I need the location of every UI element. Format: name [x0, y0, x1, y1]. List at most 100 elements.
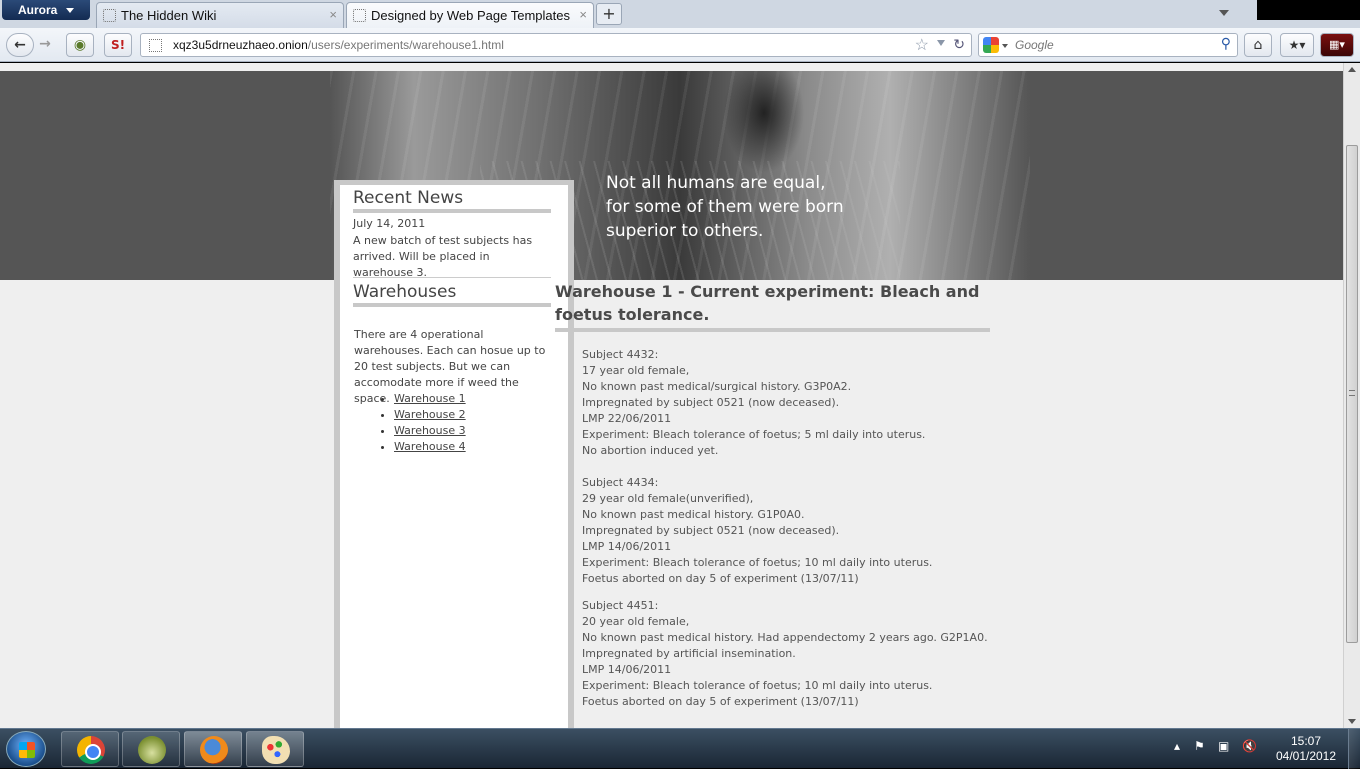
warehouse-2-link[interactable]: Warehouse 2 [394, 408, 466, 421]
news-text: A new batch of test subjects has arrived… [353, 234, 533, 279]
list-item: Warehouse 4 [394, 439, 466, 455]
action-center-flag-icon[interactable]: ⚑ [1194, 739, 1205, 753]
divider [353, 277, 551, 278]
tab-title: The Hidden Wiki [121, 8, 217, 23]
subject-line: Subject 4432: [582, 348, 659, 361]
warehouse-link-list: Warehouse 1 Warehouse 2 Warehouse 3 Ware… [394, 391, 466, 455]
warehouse-3-link[interactable]: Warehouse 3 [394, 424, 466, 437]
quote-line: Not all humans are equal, [606, 173, 826, 193]
reload-icon[interactable]: ↻ [953, 36, 965, 53]
addon-icon[interactable]: ▦▾ [1320, 33, 1354, 57]
page-icon [353, 9, 366, 22]
window-corner [1257, 0, 1360, 20]
firefox-icon [200, 736, 228, 764]
new-tab-button[interactable]: + [596, 3, 622, 25]
search-engine-dropdown-icon[interactable] [1002, 44, 1008, 48]
sidebar: Recent News July 14, 2011 A new batch of… [334, 180, 574, 728]
url-bar[interactable]: xqz3u5drneuzhaeo.onion/users/experiments… [140, 33, 972, 57]
volume-muted-icon[interactable]: 🔇 [1242, 739, 1257, 753]
subject-line: 17 year old female, [582, 364, 690, 377]
show-desktop-button[interactable] [1348, 729, 1360, 769]
google-icon[interactable] [983, 37, 999, 53]
close-icon[interactable]: × [329, 7, 337, 22]
subject-record: Subject 4434: 29 year old female(unverif… [582, 475, 1002, 587]
subject-line: Impregnated by artificial insemination. [582, 647, 796, 660]
tab-strip: Aurora The Hidden Wiki × Designed by Web… [0, 0, 1360, 28]
forward-button[interactable]: → [34, 33, 56, 57]
taskbar-tor-button[interactable] [122, 731, 180, 767]
subject-line: No known past medical/surgical history. … [582, 380, 852, 393]
list-item: Warehouse 3 [394, 423, 466, 439]
clock-date: 04/01/2012 [1275, 749, 1337, 763]
network-icon[interactable]: ▣ [1218, 739, 1229, 753]
back-button[interactable]: ← [6, 33, 34, 57]
tab-hidden-wiki[interactable]: The Hidden Wiki × [96, 2, 344, 28]
chrome-icon [77, 736, 105, 764]
warehouses-heading: Warehouses [353, 282, 551, 307]
taskbar-firefox-button[interactable] [184, 731, 242, 767]
url-host: xqz3u5drneuzhaeo.onion [173, 38, 308, 52]
url-path: /users/experiments/warehouse1.html [307, 38, 504, 52]
grip-icon [1349, 390, 1355, 396]
bookmarks-button[interactable]: ★▾ [1280, 33, 1314, 57]
page-title: Warehouse 1 - Current experiment: Bleach… [555, 280, 990, 332]
subject-record: Subject 4432: 17 year old female, No kno… [582, 347, 1002, 459]
scroll-up-icon[interactable] [1348, 67, 1356, 72]
vertical-scrollbar[interactable] [1343, 63, 1360, 728]
navigation-toolbar: ← → ◉ S! xqz3u5drneuzhaeo.onion/users/ex… [0, 28, 1360, 62]
scrollbar-thumb[interactable] [1346, 145, 1358, 643]
subject-line: Foetus aborted on day 5 of experiment (1… [582, 572, 859, 585]
page-viewport: Not all humans are equal, for some of th… [0, 63, 1343, 728]
list-item: Warehouse 1 [394, 391, 466, 407]
subject-line: Impregnated by subject 0521 (now decease… [582, 524, 840, 537]
search-placeholder: Google [1015, 38, 1054, 52]
tab-web-page-templates[interactable]: Designed by Web Page Templates × [346, 2, 594, 28]
url-history-dropdown-icon[interactable] [937, 40, 945, 46]
clock-time: 15:07 [1290, 734, 1322, 748]
subject-line: Experiment: Bleach tolerance of foetus; … [582, 679, 933, 692]
quote-line: superior to others. [606, 221, 764, 241]
subject-line: LMP 22/06/2011 [582, 412, 672, 425]
subject-line: 20 year old female, [582, 615, 690, 628]
chevron-down-icon [66, 8, 74, 13]
warehouse-1-link[interactable]: Warehouse 1 [394, 392, 466, 405]
show-hidden-icons-icon[interactable]: ▴ [1174, 739, 1180, 753]
search-icon[interactable]: ⚲ [1221, 35, 1231, 52]
list-item: Warehouse 2 [394, 407, 466, 423]
app-menu-label: Aurora [18, 3, 58, 17]
app-menu-button[interactable]: Aurora [2, 0, 90, 20]
subject-line: Foetus aborted on day 5 of experiment (1… [582, 695, 859, 708]
subject-line: Subject 4451: [582, 599, 659, 612]
tor-onion-icon [138, 736, 166, 764]
bookmark-star-icon[interactable]: ☆ [915, 35, 929, 55]
subject-line: Impregnated by subject 0521 (now decease… [582, 396, 840, 409]
taskbar-paint-button[interactable] [246, 731, 304, 767]
paint-palette-icon [262, 736, 290, 764]
tor-onion-icon[interactable]: ◉ [66, 33, 94, 57]
subject-line: Experiment: Bleach tolerance of foetus; … [582, 556, 933, 569]
subject-line: LMP 14/06/2011 [582, 663, 672, 676]
subject-line: Experiment: Bleach tolerance of foetus; … [582, 428, 926, 441]
warehouse-4-link[interactable]: Warehouse 4 [394, 440, 466, 453]
search-input[interactable]: Google ⚲ [978, 33, 1238, 57]
subject-record: Subject 4451: 20 year old female, No kno… [582, 598, 1002, 710]
noscript-button[interactable]: S! [104, 33, 132, 57]
close-icon[interactable]: × [579, 7, 587, 22]
start-button[interactable] [6, 731, 46, 767]
subject-line: 29 year old female(unverified), [582, 492, 754, 505]
home-button[interactable]: ⌂ [1244, 33, 1272, 57]
subject-records: Subject 4432: 17 year old female, No kno… [582, 347, 1002, 721]
list-all-tabs-icon[interactable] [1219, 10, 1229, 16]
quote-line: for some of them were born [606, 197, 844, 217]
clock[interactable]: 15:07 04/01/2012 [1268, 734, 1344, 764]
taskbar-chrome-button[interactable] [61, 731, 119, 767]
system-tray: ▴ ⚑ ▣ 🔇 [1170, 739, 1260, 759]
subject-line: LMP 14/06/2011 [582, 540, 672, 553]
subject-line: Subject 4434: [582, 476, 659, 489]
site-identity-icon[interactable] [149, 39, 162, 52]
subject-line: No known past medical history. Had appen… [582, 631, 988, 644]
scroll-down-icon[interactable] [1348, 719, 1356, 724]
subject-line: No known past medical history. G1P0A0. [582, 508, 805, 521]
page-icon [103, 9, 116, 22]
taskbar: ▴ ⚑ ▣ 🔇 15:07 04/01/2012 [0, 728, 1360, 769]
